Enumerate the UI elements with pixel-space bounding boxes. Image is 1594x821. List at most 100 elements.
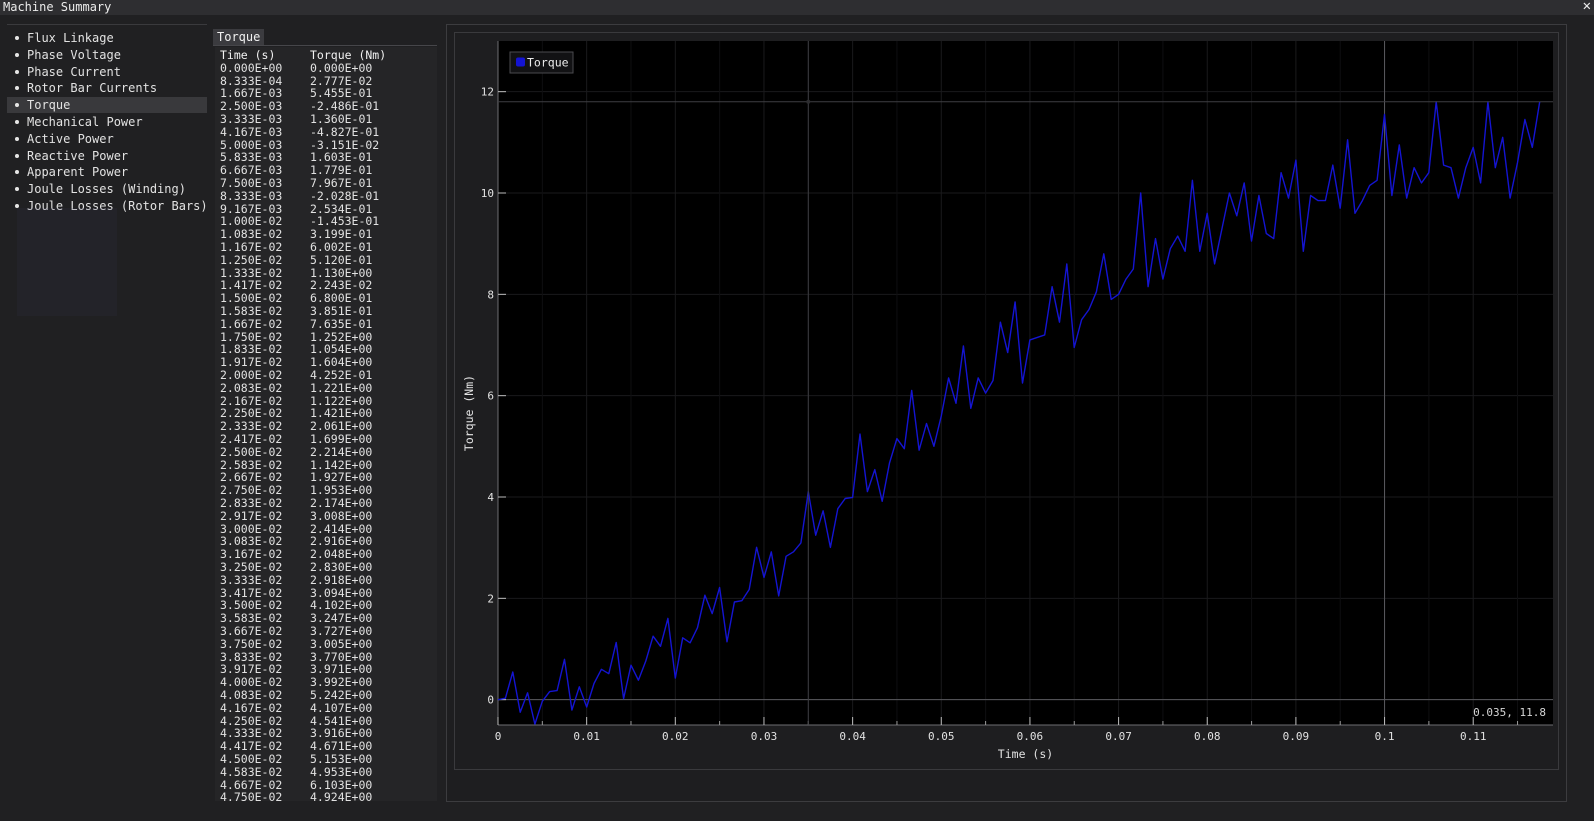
time-cell: 1.250E-02: [220, 252, 283, 267]
bullet-icon: [15, 187, 19, 192]
x-tick-label: 0.01: [573, 730, 600, 743]
torque-cell: 3.005E+00: [310, 636, 373, 651]
time-cell: 8.333E-03: [220, 188, 283, 203]
time-cell: 1.667E-02: [220, 316, 283, 331]
torque-cell: 2.214E+00: [310, 444, 373, 459]
bullet-icon: [15, 36, 19, 40]
table-row: 4.167E-03 -4.827E-01: [215, 124, 437, 139]
torque-cell: 0.000E+00: [310, 60, 373, 75]
table-row: 0.000E+00 0.000E+00: [215, 60, 437, 75]
bullet-icon: [15, 153, 19, 158]
bullet-icon: [15, 69, 19, 74]
torque-cell: 4.107E+00: [310, 700, 373, 715]
x-tick-label: 0.05: [928, 730, 955, 743]
sidebar-item-label: Joule Losses (Winding): [27, 182, 186, 197]
sidebar-divider: [7, 24, 207, 25]
sidebar: Flux Linkage Phase Voltage Phase Current Ro…: [7, 24, 208, 814]
sidebar-item-label: Reactive Power: [27, 148, 129, 163]
sidebar-item-torque[interactable]: Torque: [7, 97, 207, 114]
y-axis-label: Torque (Nm): [462, 375, 476, 451]
y-tick-label: 10: [481, 187, 494, 200]
time-cell: 3.750E-02: [220, 636, 283, 651]
sidebar-item-label: Flux Linkage: [27, 31, 114, 45]
cursor-readout: 0.035, 11.8: [1473, 706, 1546, 719]
sidebar-item-label: Apparent Power: [27, 165, 129, 180]
x-tick-label: 0.09: [1283, 730, 1310, 743]
close-icon[interactable]: ✕: [1583, 0, 1591, 14]
x-tick-label: 0.11: [1460, 730, 1487, 743]
sidebar-item-phase-voltage[interactable]: Phase Voltage: [7, 47, 207, 63]
sidebar-item-label: Mechanical Power: [27, 115, 143, 129]
torque-cell: 7.635E-01: [310, 316, 373, 331]
bullet-icon: [15, 120, 19, 124]
torque-cell: 4.953E+00: [310, 764, 373, 779]
sidebar-item-flux-linkage[interactable]: Flux Linkage: [7, 30, 207, 46]
window-title: Machine Summary: [3, 0, 112, 14]
y-tick-label: 6: [487, 390, 494, 403]
bullet-icon: [15, 103, 19, 108]
sidebar-item-label: Active Power: [27, 131, 114, 146]
time-cell: 2.083E-02: [220, 380, 283, 395]
y-tick-label: 0: [487, 694, 494, 707]
background-ghost-legend: [17, 208, 117, 316]
table-row: 3.333E-02 2.918E+00: [215, 572, 437, 587]
sidebar-item-reactive-power[interactable]: Reactive Power: [7, 148, 207, 164]
x-tick-label: 0.07: [1105, 730, 1132, 743]
x-axis-label: Time (s): [998, 747, 1053, 761]
time-cell: 3.333E-02: [220, 572, 283, 587]
tab-torque[interactable]: Torque: [213, 29, 265, 45]
y-tick-label: 2: [487, 592, 494, 605]
torque-cell: -4.827E-01: [310, 124, 380, 139]
sidebar-item-mechanical-power[interactable]: Mechanical Power: [7, 114, 207, 130]
sidebar-item-label: Rotor Bar Currents: [27, 81, 158, 96]
time-cell: 4.750E-02: [220, 790, 283, 801]
torque-cell: 1.221E+00: [310, 380, 373, 395]
torque-cell: 4.924E+00: [310, 790, 373, 801]
sidebar-item-active-power[interactable]: Active Power: [7, 131, 207, 147]
data-table-panel: Torque Time (s) Torque (Nm) 0.000E+00 0.000…: [213, 28, 439, 803]
time-cell: 4.167E-03: [220, 124, 283, 139]
time-cell: 0.000E+00: [220, 60, 283, 75]
crosshair-center: [806, 99, 811, 104]
time-cell: 4.167E-02: [220, 700, 283, 715]
bullet-icon: [15, 52, 19, 57]
sidebar-item-apparent-power[interactable]: Apparent Power: [7, 164, 207, 180]
torque-cell: 2.918E+00: [310, 572, 373, 587]
sidebar-item-joule-losses-winding[interactable]: Joule Losses (Winding): [7, 181, 207, 197]
table-row: 4.583E-02 4.953E+00: [215, 764, 437, 779]
time-cell: 2.917E-02: [220, 508, 283, 523]
sidebar-item-label: Phase Voltage: [27, 47, 121, 62]
table-row: 4.750E-02 4.924E+00: [215, 791, 437, 801]
data-table[interactable]: Time (s) Torque (Nm) 0.000E+00 0.000E+00 8.3…: [215, 47, 437, 801]
plot-background: [498, 41, 1553, 725]
x-tick-label: 0.1: [1375, 730, 1395, 743]
bullet-icon: [15, 136, 19, 141]
x-tick-label: 0: [495, 730, 502, 743]
legend-swatch[interactable]: [516, 57, 525, 67]
torque-cell: 3.008E+00: [310, 508, 373, 523]
table-row: 2.917E-02 3.008E+00: [215, 508, 437, 523]
x-tick-label: 0.06: [1017, 730, 1044, 743]
x-tick-label: 0.08: [1194, 730, 1221, 743]
sidebar-item-label: Torque: [27, 98, 71, 113]
time-cell: 4.583E-02: [220, 764, 283, 779]
y-tick-label: 4: [487, 491, 494, 504]
sidebar-item-rotor-bar-currents[interactable]: Rotor Bar Currents: [7, 80, 207, 96]
sidebar-item-phase-current[interactable]: Phase Current: [7, 64, 207, 80]
torque-cell: -2.028E-01: [310, 188, 380, 203]
y-tick-label: 12: [481, 86, 494, 99]
table-row: 2.500E-02 2.214E+00: [215, 444, 437, 459]
torque-chart[interactable]: 0 0.01 0.02 0.03 0.04 0.05 0.06 0.07 0.08 0.09 0.1…: [454, 32, 1559, 770]
x-tick-label: 0.02: [662, 730, 689, 743]
table-row: 2.083E-02 1.221E+00: [215, 380, 437, 395]
x-tick-label: 0.03: [751, 730, 778, 743]
title-bar: Machine Summary ✕: [0, 0, 1594, 15]
bullet-icon: [15, 170, 19, 175]
table-row: 4.167E-02 4.107E+00: [215, 700, 437, 715]
sidebar-item-label: Phase Current: [27, 64, 121, 79]
legend-label[interactable]: Torque: [527, 56, 569, 70]
table-row: 3.750E-02 3.005E+00: [215, 636, 437, 651]
table-row: 1.667E-02 7.635E-01: [215, 316, 437, 331]
bullet-icon: [15, 86, 19, 91]
table-row: 8.333E-03 -2.028E-01: [215, 188, 437, 203]
